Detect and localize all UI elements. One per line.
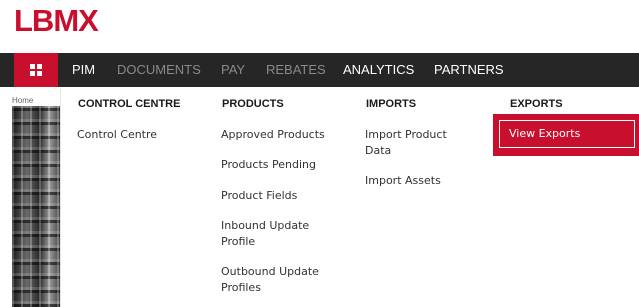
nav-item-pay[interactable]: PAY xyxy=(221,53,245,87)
menu-grid-button[interactable] xyxy=(14,53,58,87)
view-exports-button[interactable]: View Exports xyxy=(499,120,635,148)
column-heading-exports: EXPORTS xyxy=(510,98,563,110)
top-navbar: PIM DOCUMENTS PAY REBATES ANALYTICS PART… xyxy=(0,53,639,87)
pim-dropdown-menu: CONTROL CENTRE Control Centre PRODUCTS A… xyxy=(60,87,639,307)
column-heading-control-centre: CONTROL CENTRE xyxy=(78,98,181,110)
nav-item-analytics[interactable]: ANALYTICS xyxy=(343,53,414,87)
column-heading-imports: IMPORTS xyxy=(366,98,417,110)
breadcrumb[interactable]: Home xyxy=(12,96,33,105)
logo-text: LBMX xyxy=(14,3,99,38)
menu-link-inbound-update-profile[interactable]: Inbound Update Profile xyxy=(221,218,331,250)
hero-image xyxy=(12,106,62,307)
menu-link-products-pending[interactable]: Products Pending xyxy=(221,157,341,173)
menu-link-control-centre[interactable]: Control Centre xyxy=(77,127,197,143)
nav-item-documents[interactable]: DOCUMENTS xyxy=(117,53,201,87)
nav-item-pim[interactable]: PIM xyxy=(72,53,95,87)
logo[interactable]: LBMX xyxy=(14,3,99,38)
menu-link-outbound-update-profiles[interactable]: Outbound Update Profiles xyxy=(221,264,331,296)
menu-link-import-assets[interactable]: Import Assets xyxy=(365,173,485,189)
nav-item-partners[interactable]: PARTNERS xyxy=(434,53,504,87)
menu-link-product-fields[interactable]: Product Fields xyxy=(221,188,341,204)
menu-link-import-product-data[interactable]: Import Product Data xyxy=(365,127,465,159)
menu-link-approved-products[interactable]: Approved Products xyxy=(221,127,341,143)
column-heading-products: PRODUCTS xyxy=(222,98,284,110)
grid-icon xyxy=(30,64,42,76)
nav-item-rebates[interactable]: REBATES xyxy=(266,53,326,87)
